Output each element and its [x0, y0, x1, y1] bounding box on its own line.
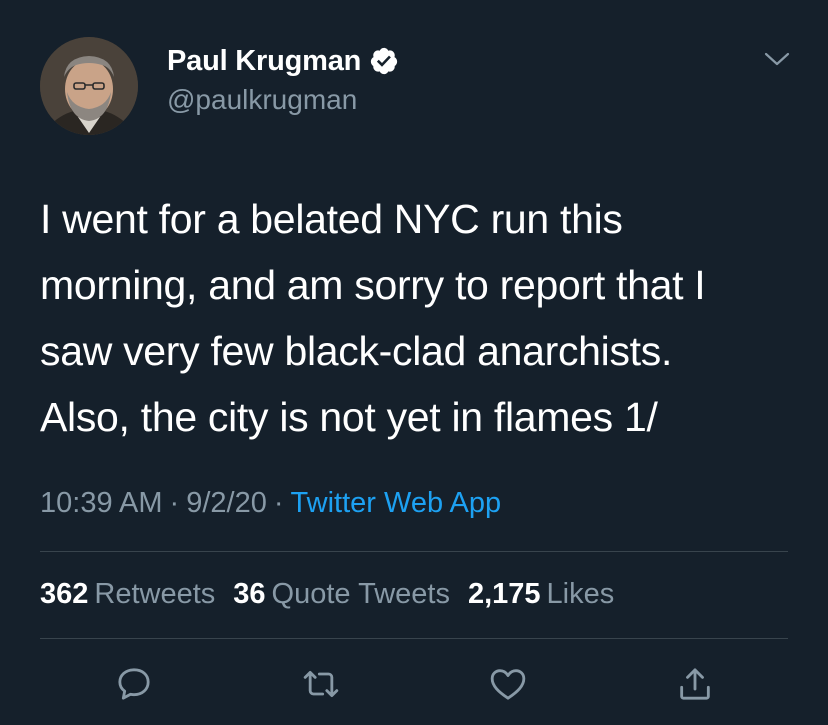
like-button[interactable]: [488, 664, 528, 704]
retweets-count: 362: [40, 578, 89, 610]
likes-label: Likes: [546, 578, 615, 610]
avatar[interactable]: [40, 37, 138, 135]
reply-button[interactable]: [114, 664, 154, 704]
retweets-label: Retweets: [94, 578, 216, 610]
divider: [40, 551, 788, 552]
quotes-count: 36: [233, 578, 266, 610]
tweet-meta: 10:39 AM · 9/2/20 · Twitter Web App: [40, 487, 501, 520]
divider: [40, 638, 788, 639]
likes-count: 2,175: [467, 578, 541, 610]
retweet-button[interactable]: [301, 664, 341, 704]
verified-badge-icon: [369, 46, 399, 76]
chevron-down-icon[interactable]: [763, 49, 791, 71]
retweets-stat[interactable]: 362 Retweets: [40, 578, 215, 611]
tweet-text: I went for a belated NYC run this mornin…: [40, 196, 706, 440]
meta-separator: ·: [169, 487, 180, 519]
heart-icon: [490, 669, 526, 700]
tweet-source-link[interactable]: Twitter Web App: [291, 487, 502, 519]
quotes-stat[interactable]: 36 Quote Tweets: [233, 578, 450, 611]
speech-bubble-icon: [118, 668, 150, 700]
meta-separator: ·: [273, 487, 284, 519]
tweet-card: Paul Krugman @paulkrugman I went for a b…: [0, 0, 828, 725]
quotes-label: Quote Tweets: [271, 578, 450, 610]
likes-stat[interactable]: 2,175 Likes: [468, 578, 614, 611]
tweet-stats: 362 Retweets 36 Quote Tweets 2,175 Likes: [40, 578, 632, 611]
share-button[interactable]: [675, 664, 715, 704]
author-name[interactable]: Paul Krugman: [167, 45, 361, 78]
retweet-icon: [303, 670, 339, 698]
tweet-date[interactable]: 9/2/20: [186, 487, 267, 519]
author-handle[interactable]: @paulkrugman: [167, 84, 357, 116]
avatar-image: [40, 37, 138, 135]
author-name-row: Paul Krugman: [167, 44, 399, 78]
share-icon: [680, 668, 710, 700]
tweet-time[interactable]: 10:39 AM: [40, 487, 163, 519]
